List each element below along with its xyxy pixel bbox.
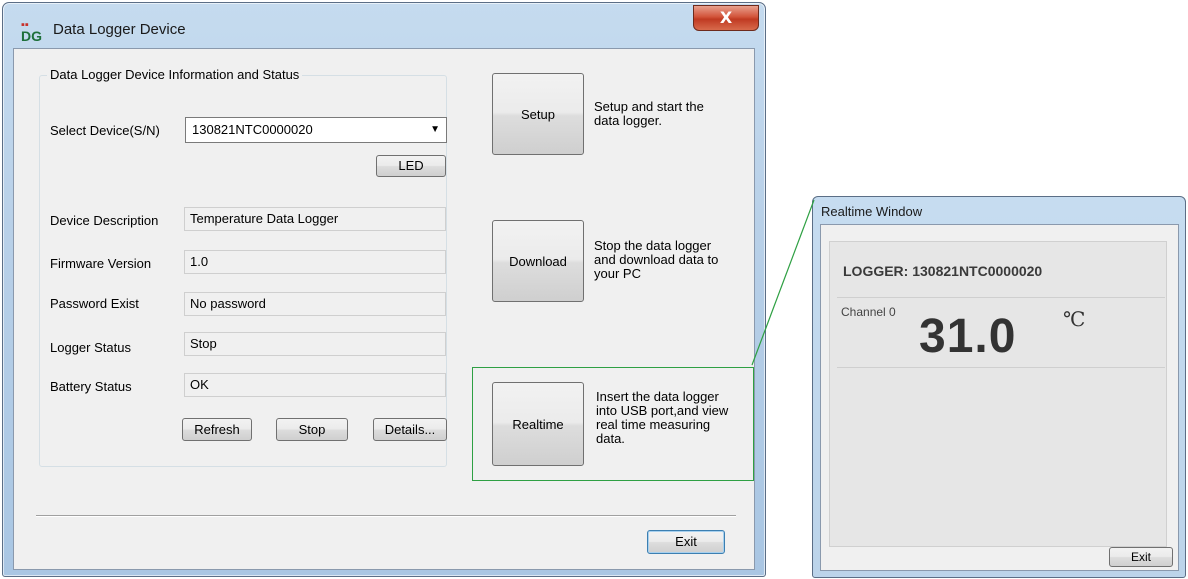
- setup-desc-line: data logger.: [594, 113, 662, 128]
- stop-button[interactable]: Stop: [276, 418, 348, 441]
- divider: [837, 367, 1165, 368]
- group-title: Data Logger Device Information and Statu…: [47, 67, 303, 82]
- device-select[interactable]: 130821NTC0000020 ▼: [185, 117, 447, 143]
- chevron-down-icon[interactable]: ▼: [430, 118, 440, 142]
- exit-button[interactable]: Exit: [647, 530, 725, 554]
- logger-id-text: LOGGER: 130821NTC0000020: [843, 263, 1043, 279]
- password-exist-field: No password: [184, 292, 446, 316]
- details-button[interactable]: Details...: [373, 418, 447, 441]
- firmware-version-field: 1.0: [184, 250, 446, 274]
- window-title: Data Logger Device: [53, 21, 186, 38]
- setup-button[interactable]: Setup: [492, 73, 584, 155]
- device-select-value: 130821NTC0000020: [192, 122, 313, 137]
- realtime-window-title: Realtime Window: [821, 204, 923, 219]
- firmware-version-label: Firmware Version: [50, 256, 152, 271]
- download-desc-line: your PC: [594, 266, 641, 281]
- bottom-separator: [36, 515, 736, 517]
- battery-status-field: OK: [184, 373, 446, 397]
- logger-status-label: Logger Status: [50, 340, 131, 355]
- led-button[interactable]: LED: [376, 155, 446, 177]
- channel-label: Channel 0: [841, 305, 896, 319]
- battery-status-label: Battery Status: [50, 379, 132, 394]
- celsius-unit: ℃: [1063, 307, 1086, 331]
- setup-desc-line: Setup and start the: [594, 99, 704, 114]
- logger-status-field: Stop: [184, 332, 446, 356]
- realtime-panel: [829, 241, 1167, 547]
- realtime-exit-button[interactable]: Exit: [1109, 547, 1173, 567]
- setup-description: Setup and start the data logger.: [594, 100, 704, 128]
- password-exist-label: Password Exist: [50, 296, 139, 311]
- download-desc-line: Stop the data logger: [594, 238, 712, 253]
- realtime-highlight-box: [472, 367, 754, 481]
- download-description: Stop the data logger and download data t…: [594, 239, 718, 281]
- download-desc-line: and download data to: [594, 252, 719, 267]
- select-device-label: Select Device(S/N): [50, 123, 160, 138]
- device-description-label: Device Description: [50, 213, 159, 228]
- temperature-value: 31.0: [919, 310, 1017, 363]
- realtime-client-area: LOGGER: 130821NTC0000020 Channel 0 31.0 …: [820, 224, 1179, 571]
- download-button[interactable]: Download: [492, 220, 584, 302]
- main-window: ▪▪ DG Data Logger Device X Data Logger De…: [2, 2, 766, 577]
- dg-logo-icon: ▪▪ DG: [21, 19, 42, 44]
- close-button[interactable]: X: [693, 5, 759, 31]
- refresh-button[interactable]: Refresh: [182, 418, 252, 441]
- main-client-area: Data Logger Device Information and Statu…: [13, 48, 755, 570]
- realtime-window: Realtime Window LOGGER: 130821NTC0000020…: [812, 196, 1186, 578]
- device-description-field: Temperature Data Logger: [184, 207, 446, 231]
- title-bar[interactable]: ▪▪ DG Data Logger Device X: [3, 3, 765, 47]
- divider: [837, 297, 1165, 298]
